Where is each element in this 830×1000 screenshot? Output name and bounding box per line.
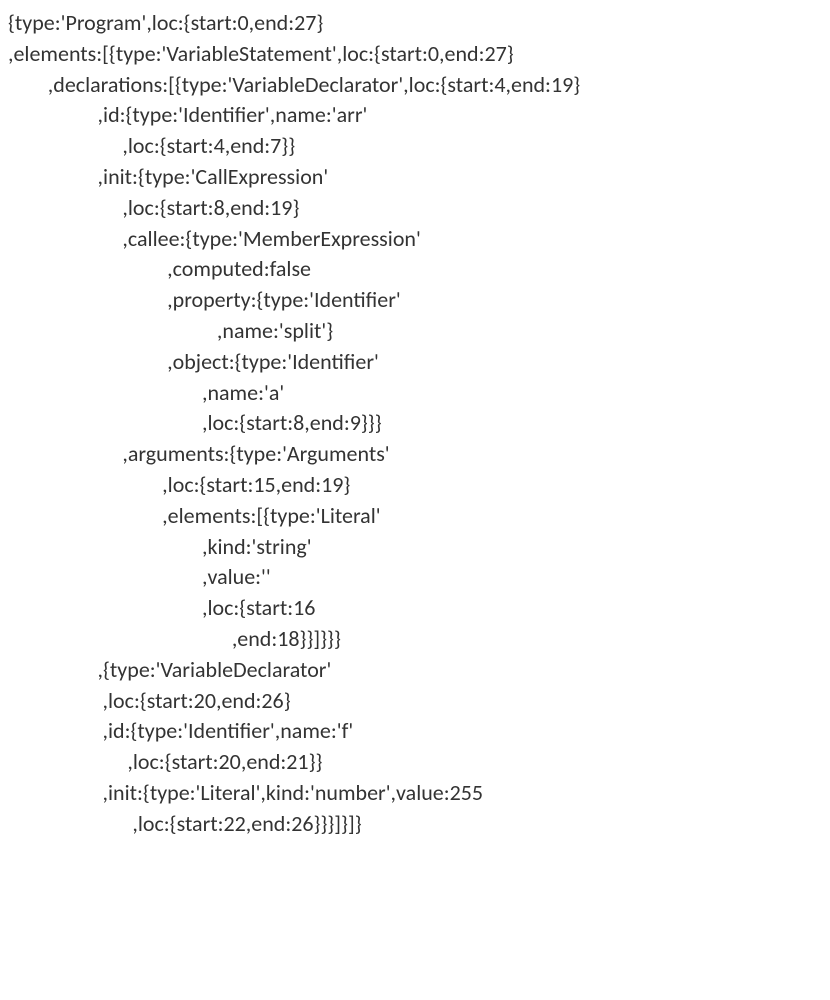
- code-line: ,loc:{start:4,end:7}}: [8, 131, 822, 162]
- code-line: ,name:'a': [8, 378, 822, 409]
- code-line: ,loc:{start:15,end:19}: [8, 470, 822, 501]
- code-line: ,callee:{type:'MemberExpression': [8, 224, 822, 255]
- code-line: ,end:18}}]}}}: [8, 624, 822, 655]
- code-line: ,init:{type:'Literal',kind:'number',valu…: [8, 778, 822, 809]
- ast-text-block: {type:'Program',loc:{start:0,end:27},ele…: [8, 8, 822, 840]
- code-line: ,id:{type:'Identifier',name:'f': [8, 716, 822, 747]
- code-line: ,arguments:{type:'Arguments': [8, 439, 822, 470]
- code-line: ,id:{type:'Identifier',name:'arr': [8, 100, 822, 131]
- code-line: ,loc:{start:22,end:26}}}]}]}: [8, 809, 822, 840]
- code-line: {type:'Program',loc:{start:0,end:27}: [8, 8, 822, 39]
- code-line: ,loc:{start:8,end:9}}}: [8, 408, 822, 439]
- code-line: ,loc:{start:16: [8, 593, 822, 624]
- code-line: ,loc:{start:20,end:21}}: [8, 747, 822, 778]
- code-line: ,object:{type:'Identifier': [8, 347, 822, 378]
- code-line: ,property:{type:'Identifier': [8, 285, 822, 316]
- code-line: ,loc:{start:20,end:26}: [8, 686, 822, 717]
- code-line: ,declarations:[{type:'VariableDeclarator…: [8, 70, 822, 101]
- code-line: ,loc:{start:8,end:19}: [8, 193, 822, 224]
- code-line: ,computed:false: [8, 254, 822, 285]
- code-line: ,{type:'VariableDeclarator': [8, 655, 822, 686]
- code-line: ,kind:'string': [8, 532, 822, 563]
- code-line: ,init:{type:'CallExpression': [8, 162, 822, 193]
- code-line: ,name:'split'}: [8, 316, 822, 347]
- code-line: ,value:'': [8, 562, 822, 593]
- code-line: ,elements:[{type:'Literal': [8, 501, 822, 532]
- code-line: ,elements:[{type:'VariableStatement',loc…: [8, 39, 822, 70]
